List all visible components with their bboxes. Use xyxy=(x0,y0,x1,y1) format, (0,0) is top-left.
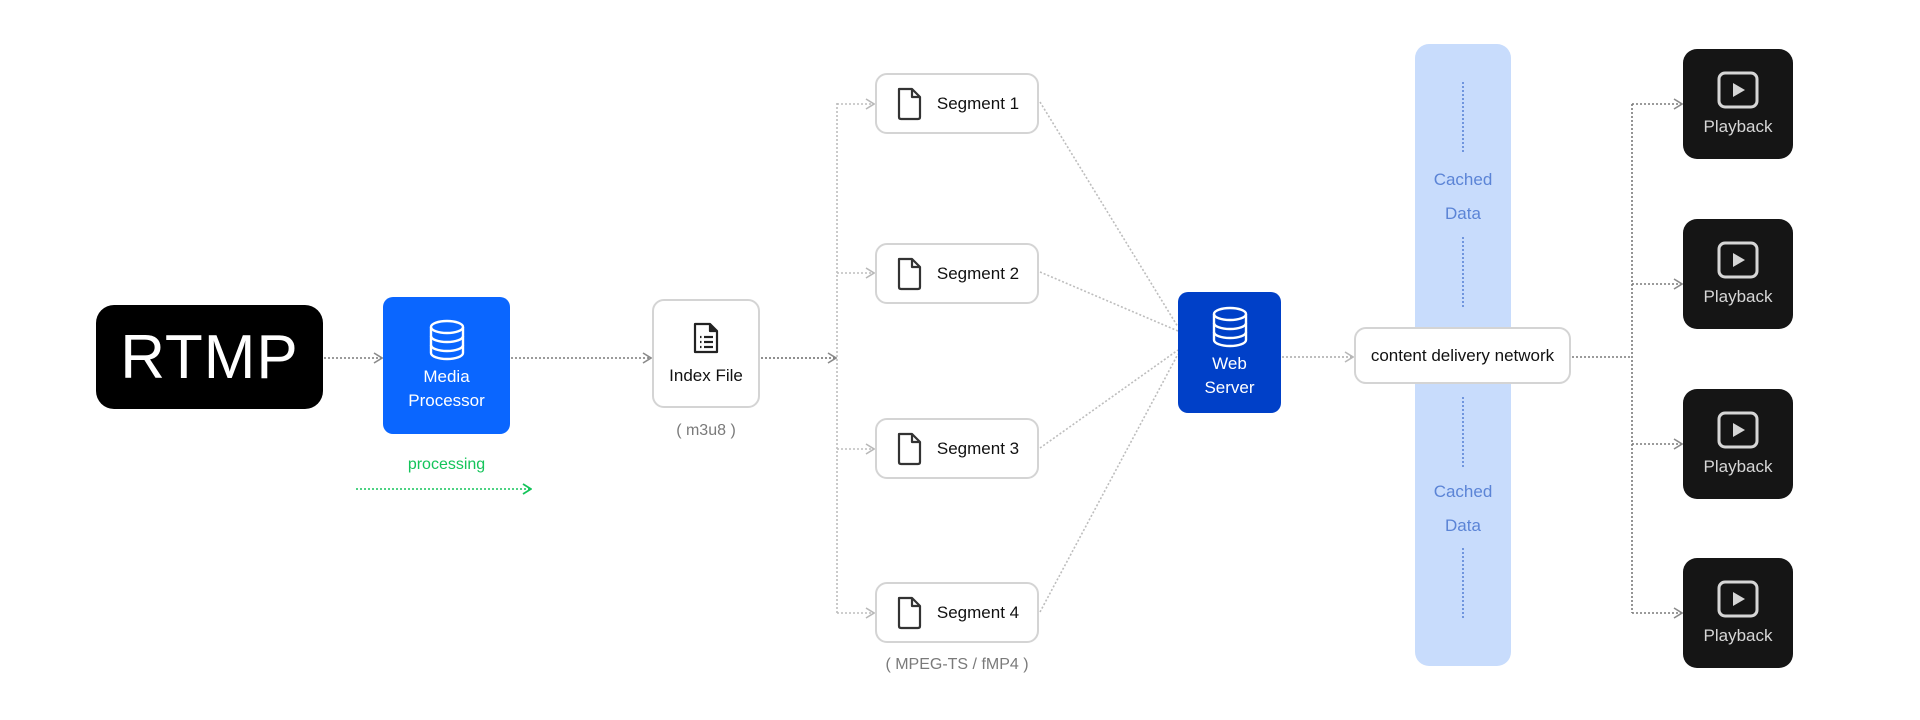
segment-label: Segment 1 xyxy=(936,93,1020,113)
index-file-node[interactable]: Index File xyxy=(652,299,760,408)
media-processor-node[interactable]: Media Processor xyxy=(383,297,510,434)
segment-3-node[interactable]: Segment 3 xyxy=(875,418,1039,479)
media-processor-label-1: Media xyxy=(423,366,470,386)
rtmp-node[interactable]: RTMP xyxy=(96,305,323,409)
segment-1-node[interactable]: Segment 1 xyxy=(875,73,1039,134)
segments-format-note: ( MPEG-TS / fMP4 ) xyxy=(885,656,1029,673)
cdn-node[interactable]: content delivery network xyxy=(1354,327,1571,384)
cache-label-line2: Data xyxy=(1445,516,1481,535)
play-icon xyxy=(1717,580,1759,618)
playback-label: Playback xyxy=(1703,626,1773,645)
play-icon xyxy=(1717,411,1759,449)
segment-2-node[interactable]: Segment 2 xyxy=(875,243,1039,304)
list-document-icon xyxy=(693,322,719,353)
edge-segment-2-web xyxy=(1039,271,1179,332)
cdn-label: content delivery network xyxy=(1370,345,1555,365)
edge-segment-1-web xyxy=(1039,101,1179,328)
playback-3-node[interactable]: Playback xyxy=(1683,389,1793,499)
index-file-label: Index File xyxy=(669,365,743,385)
cache-label-bottom: Cached Data xyxy=(1415,475,1511,543)
document-icon xyxy=(897,432,921,465)
edge-segment-4-web xyxy=(1039,353,1179,613)
segment-label: Segment 3 xyxy=(936,438,1020,458)
playback-label: Playback xyxy=(1703,457,1773,476)
playback-4-node[interactable]: Playback xyxy=(1683,558,1793,668)
processing-label: processing xyxy=(407,456,486,473)
playback-label: Playback xyxy=(1703,287,1773,306)
play-icon xyxy=(1717,71,1759,109)
document-icon xyxy=(897,596,921,629)
web-server-label-2: Server xyxy=(1204,377,1255,397)
playback-label: Playback xyxy=(1703,117,1773,136)
play-icon xyxy=(1717,241,1759,279)
edge-segment-3-web xyxy=(1039,349,1179,449)
segment-label: Segment 2 xyxy=(936,263,1020,283)
cache-label-line2: Data xyxy=(1445,204,1481,223)
cache-label-top: Cached Data xyxy=(1415,163,1511,231)
media-processor-label-2: Processor xyxy=(408,390,485,410)
database-icon xyxy=(429,319,464,360)
document-icon xyxy=(897,87,921,120)
database-icon xyxy=(1212,306,1247,347)
document-icon xyxy=(897,257,921,290)
cache-label-line1: Cached xyxy=(1433,482,1493,501)
playback-1-node[interactable]: Playback xyxy=(1683,49,1793,159)
cache-label-line1: Cached xyxy=(1433,170,1493,189)
rtmp-label: RTMP xyxy=(120,322,299,392)
playback-2-node[interactable]: Playback xyxy=(1683,219,1793,329)
web-server-node[interactable]: Web Server xyxy=(1178,292,1281,413)
index-file-format-note: ( m3u8 ) xyxy=(676,422,736,439)
segment-label: Segment 4 xyxy=(936,602,1020,622)
segment-4-node[interactable]: Segment 4 xyxy=(875,582,1039,643)
web-server-label-1: Web xyxy=(1212,353,1247,373)
